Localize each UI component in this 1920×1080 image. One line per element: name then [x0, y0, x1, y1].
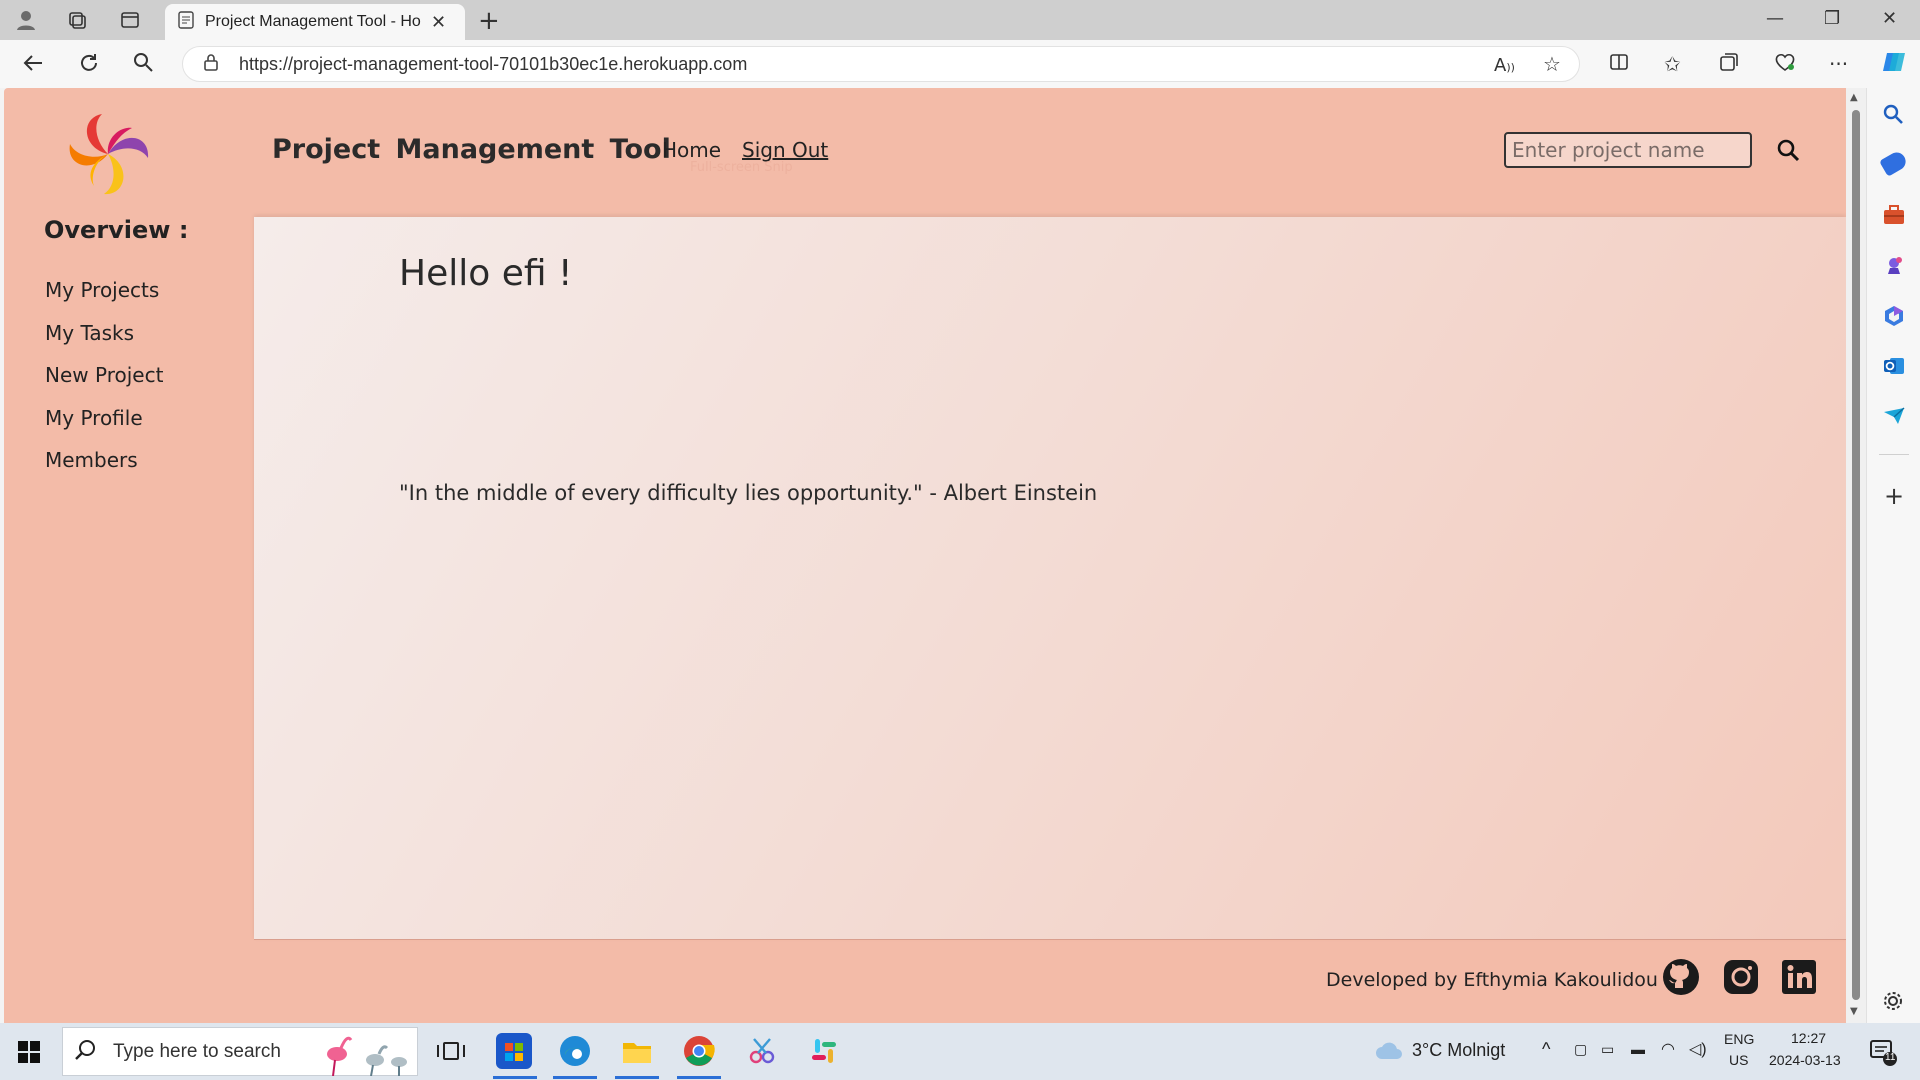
sidebar-divider [1879, 454, 1909, 455]
favorite-star-icon[interactable]: ☆ [1543, 52, 1561, 76]
chrome-active-indicator [677, 1076, 721, 1079]
notification-icon[interactable]: 11 [1868, 1037, 1898, 1071]
games-icon[interactable] [1882, 254, 1906, 278]
active-tab[interactable]: Project Management Tool - Hom ✕ [165, 4, 465, 40]
chrome-icon[interactable] [681, 1033, 717, 1069]
copilot-icon[interactable] [1881, 49, 1907, 80]
windows-start-icon[interactable] [18, 1041, 40, 1063]
wifi-icon[interactable]: ◠ [1661, 1039, 1675, 1059]
cloud-weather-icon[interactable] [1374, 1041, 1404, 1065]
search-icon [75, 1039, 97, 1065]
tools-icon[interactable] [1882, 204, 1906, 228]
shopping-tag-icon[interactable] [1879, 149, 1909, 177]
sidebar-item-new-project[interactable]: New Project [45, 363, 163, 387]
lock-icon[interactable] [203, 53, 219, 75]
browser-tab-bar: Project Management Tool - Hom ✕ + — ❐ ✕ [0, 0, 1920, 40]
task-view-icon[interactable] [432, 1033, 468, 1069]
sidebar-search-icon[interactable] [1882, 103, 1906, 127]
clock-time[interactable]: 12:27 [1791, 1030, 1826, 1046]
main-content-panel: Hello efi ! "In the middle of every diff… [254, 217, 1846, 940]
quote-text: "In the middle of every difficulty lies … [399, 481, 1098, 505]
sidebar-item-my-profile[interactable]: My Profile [45, 406, 143, 430]
sidebar-item-members[interactable]: Members [45, 448, 138, 472]
new-tab-icon[interactable]: + [478, 6, 500, 36]
microsoft-365-icon[interactable] [1882, 304, 1906, 328]
page-scrollbar[interactable]: ▲ ▼ [1846, 88, 1866, 1023]
profile-icon[interactable] [14, 8, 38, 32]
snipping-tool-icon[interactable] [744, 1033, 780, 1069]
scroll-up-icon[interactable]: ▲ [1850, 92, 1858, 103]
edge-sidebar: + [1866, 88, 1920, 1023]
url-field[interactable]: https://project-management-tool-70101b30… [182, 46, 1580, 82]
scroll-thumb[interactable] [1852, 110, 1860, 1000]
windows-taskbar: Type here to search 3°C Molnigt ^ ▢ ▭ ▬ … [0, 1023, 1920, 1080]
store-active-indicator [493, 1076, 537, 1079]
notification-count: 11 [1885, 1052, 1896, 1063]
microsoft-store-icon[interactable] [496, 1033, 532, 1069]
flamingo-icon [319, 1032, 415, 1080]
page-icon [177, 11, 195, 33]
back-icon[interactable] [22, 52, 44, 80]
address-bar-row: https://project-management-tool-70101b30… [0, 40, 1920, 88]
tab-title: Project Management Tool - Hom [205, 13, 421, 30]
linkedin-icon[interactable] [1780, 958, 1818, 996]
meet-now-icon[interactable]: ▢ [1574, 1041, 1587, 1058]
volume-icon[interactable]: ◁) [1689, 1039, 1707, 1059]
close-window-icon[interactable]: ✕ [1882, 8, 1897, 29]
sidebar-item-my-tasks[interactable]: My Tasks [45, 321, 134, 345]
github-icon[interactable] [1662, 958, 1700, 996]
drop-icon[interactable] [1882, 404, 1906, 428]
language-top[interactable]: ENG [1724, 1031, 1754, 1047]
page-viewport: Project Management Tool Home Sign Out Fu… [4, 88, 1846, 1023]
split-screen-icon[interactable] [1609, 52, 1629, 77]
sidebar-heading: Overview : [44, 216, 189, 244]
url-text: https://project-management-tool-70101b30… [239, 53, 748, 74]
favorites-icon[interactable]: ✩ [1664, 52, 1681, 76]
close-tab-icon[interactable]: ✕ [431, 12, 446, 33]
language-bottom[interactable]: US [1729, 1052, 1748, 1068]
sidebar-item-my-projects[interactable]: My Projects [45, 278, 159, 302]
workspaces-icon[interactable] [65, 8, 89, 32]
weather-text[interactable]: 3°C Molnigt [1412, 1040, 1505, 1061]
snip-overlay-text: Full-screen Snip [690, 160, 793, 175]
add-icon[interactable]: + [1882, 484, 1906, 508]
edge-active-indicator [553, 1076, 597, 1079]
minimize-icon[interactable]: — [1766, 8, 1784, 29]
taskbar-search-text: Type here to search [113, 1040, 281, 1062]
read-aloud-icon[interactable]: A)) [1494, 52, 1515, 76]
settings-gear-icon[interactable] [1882, 990, 1906, 1014]
browser-essentials-icon[interactable] [1774, 52, 1796, 77]
project-search-input[interactable] [1504, 132, 1752, 168]
app-title[interactable]: Project Management Tool [272, 134, 671, 165]
taskbar-search-box[interactable]: Type here to search [62, 1027, 418, 1077]
tray-overflow-icon[interactable]: ^ [1542, 1039, 1550, 1060]
scroll-down-icon[interactable]: ▼ [1850, 1006, 1858, 1017]
outlook-icon[interactable] [1882, 354, 1906, 378]
maximize-icon[interactable]: ❐ [1824, 8, 1840, 29]
search-button-icon[interactable] [1776, 138, 1802, 164]
clock-date[interactable]: 2024-03-13 [1769, 1052, 1841, 1068]
more-options-icon[interactable]: ··· [1829, 52, 1848, 76]
search-icon[interactable] [133, 52, 153, 78]
refresh-icon[interactable] [78, 52, 100, 80]
app-logo[interactable] [62, 108, 154, 200]
footer-credit: Developed by Efthymia Kakoulidou [1326, 969, 1658, 991]
file-explorer-icon[interactable] [619, 1033, 655, 1069]
collections-icon[interactable] [1719, 52, 1739, 77]
greeting-heading: Hello efi ! [399, 253, 573, 294]
nav-home-link[interactable]: Home [662, 138, 721, 162]
nav-signout-link[interactable]: Sign Out [742, 138, 828, 162]
slack-icon[interactable] [806, 1033, 842, 1069]
battery-icon[interactable]: ▬ [1631, 1041, 1645, 1057]
edge-browser-icon[interactable] [557, 1033, 593, 1069]
explorer-active-indicator [615, 1076, 659, 1079]
instagram-icon[interactable] [1722, 958, 1760, 996]
vertical-tabs-icon[interactable] [118, 8, 142, 32]
display-icon[interactable]: ▭ [1601, 1041, 1614, 1058]
